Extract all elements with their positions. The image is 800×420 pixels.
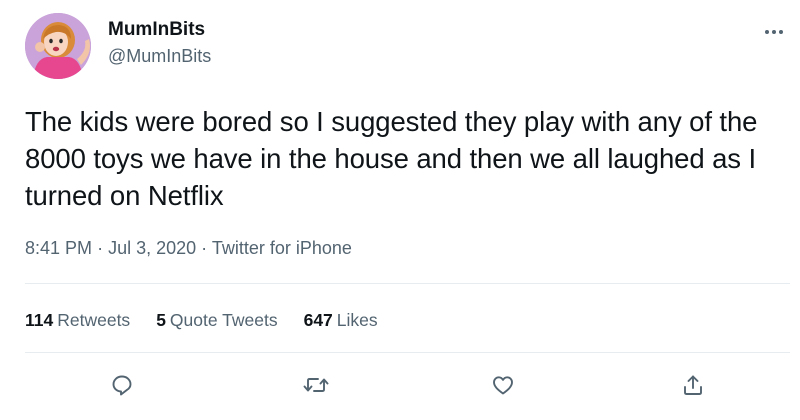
tweet-time[interactable]: 8:41 PM (25, 238, 92, 258)
tweet-card: MumInBits @MumInBits The kids were bored… (0, 0, 800, 420)
more-icon (765, 30, 783, 34)
author-display-name[interactable]: MumInBits (108, 18, 211, 42)
author-info: MumInBits @MumInBits (108, 18, 211, 67)
more-options-button[interactable] (758, 22, 790, 42)
quote-tweets-label: Quote Tweets (169, 310, 278, 330)
cartoon-woman-avatar-icon (25, 13, 91, 79)
likes-label: Likes (336, 310, 378, 330)
tweet-stats: 114 Retweets 5 Quote Tweets 647 Likes (25, 309, 404, 331)
divider (25, 283, 790, 284)
retweets-label: Retweets (57, 310, 131, 330)
retweet-icon (303, 378, 329, 392)
author-handle[interactable]: @MumInBits (108, 45, 211, 67)
reply-icon (112, 375, 132, 396)
tweet-date[interactable]: Jul 3, 2020 (108, 238, 196, 258)
heart-icon (493, 376, 513, 395)
quote-tweets-count: 5 (156, 310, 166, 330)
divider (25, 352, 790, 353)
likes-count: 647 (303, 310, 333, 330)
likes-stat[interactable]: 647 Likes (304, 309, 378, 331)
meta-separator: · (201, 238, 212, 258)
retweets-stat[interactable]: 114 Retweets (25, 309, 130, 331)
tweet-text: The kids were bored so I suggested they … (25, 106, 758, 211)
like-button[interactable] (488, 370, 518, 400)
quote-tweets-stat[interactable]: 5 Quote Tweets (156, 309, 277, 331)
share-button[interactable] (678, 370, 708, 400)
retweets-count: 114 (25, 310, 54, 330)
tweet-meta: 8:41 PM · Jul 3, 2020 · Twitter for iPho… (25, 237, 352, 259)
share-icon (684, 375, 702, 395)
tweet-source[interactable]: Twitter for iPhone (212, 238, 352, 258)
reply-button[interactable] (107, 370, 137, 400)
avatar[interactable] (25, 13, 91, 79)
meta-separator: · (97, 238, 109, 258)
retweet-button[interactable] (301, 370, 331, 400)
